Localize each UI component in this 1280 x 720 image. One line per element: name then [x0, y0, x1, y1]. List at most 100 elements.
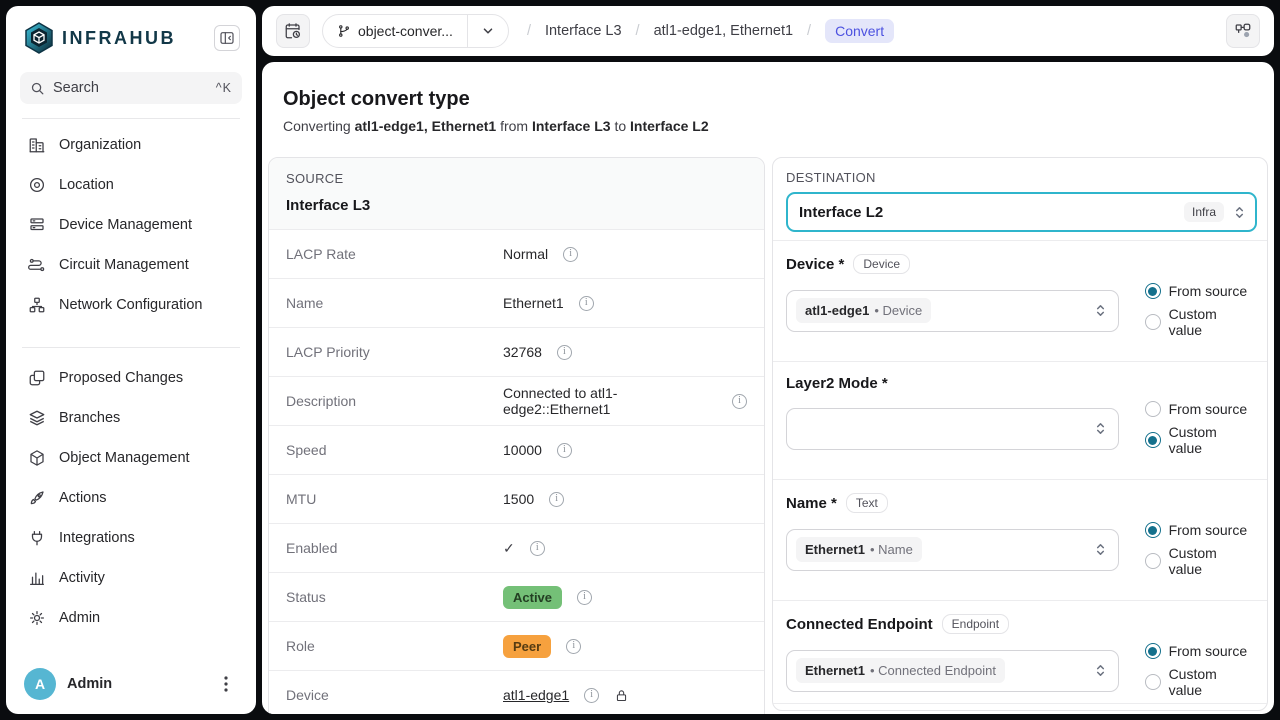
- sidebar-item-activity[interactable]: Activity: [20, 558, 242, 598]
- sidebar-item-circuit-management[interactable]: Circuit Management: [20, 245, 242, 285]
- info-icon[interactable]: i: [732, 394, 747, 409]
- layer2-mode-select[interactable]: [786, 408, 1119, 450]
- search-input[interactable]: Search ^K: [20, 72, 242, 104]
- sidebar-item-device-management[interactable]: Device Management: [20, 205, 242, 245]
- field-group-name: Name * Text Ethernet1• Name From source …: [773, 480, 1267, 600]
- radio-dot: [1145, 314, 1161, 330]
- sidebar-item-label: Actions: [59, 490, 107, 506]
- info-icon[interactable]: i: [579, 296, 594, 311]
- workflow-icon: [1234, 22, 1252, 40]
- radio-from-source[interactable]: From source: [1145, 401, 1254, 417]
- field-kind-badge: Device: [853, 254, 910, 274]
- destination-footer: Convert: [773, 704, 1267, 711]
- building-icon: [28, 136, 46, 154]
- radio-from-source[interactable]: From source: [1145, 643, 1254, 659]
- network-icon: [28, 296, 46, 314]
- device-select[interactable]: atl1-edge1• Device: [786, 290, 1119, 332]
- sidebar-divider: [22, 118, 240, 119]
- location-icon: [28, 176, 46, 194]
- destination-type-select[interactable]: Interface L2 Infra: [786, 192, 1257, 232]
- search-icon: [30, 81, 45, 96]
- sidebar-item-proposed-changes[interactable]: Proposed Changes: [20, 358, 242, 398]
- select-stepper-icon: [1093, 663, 1108, 678]
- checkmark-icon: ✓: [503, 540, 515, 557]
- breadcrumb-item-object[interactable]: atl1-edge1, Ethernet1: [654, 23, 793, 39]
- info-icon[interactable]: i: [577, 590, 592, 605]
- connected-endpoint-select[interactable]: Ethernet1• Connected Endpoint: [786, 650, 1119, 692]
- info-icon[interactable]: i: [549, 492, 564, 507]
- device-link[interactable]: atl1-edge1: [503, 687, 569, 703]
- layers-icon: [28, 409, 46, 427]
- radio-custom-value[interactable]: Custom value: [1145, 545, 1254, 577]
- time-travel-button[interactable]: [276, 14, 310, 48]
- select-stepper-icon: [1093, 303, 1108, 318]
- sidebar-item-branches[interactable]: Branches: [20, 398, 242, 438]
- topbar: object-conver... / Interface L3 / atl1-e…: [262, 6, 1274, 56]
- sidebar-item-network-configuration[interactable]: Network Configuration: [20, 285, 242, 325]
- sidebar-divider: [22, 347, 240, 348]
- sidebar-item-object-management[interactable]: Object Management: [20, 438, 242, 478]
- sidebar-item-integrations[interactable]: Integrations: [20, 518, 242, 558]
- destination-panel-header: DESTINATION Interface L2 Infra: [773, 158, 1267, 240]
- radio-custom-value[interactable]: Custom value: [1145, 666, 1254, 698]
- branch-dropdown-toggle[interactable]: [467, 15, 508, 47]
- info-icon[interactable]: i: [584, 688, 599, 703]
- sidebar-item-location[interactable]: Location: [20, 165, 242, 205]
- source-kicker: SOURCE: [286, 171, 747, 186]
- namespace-badge: Infra: [1184, 202, 1224, 222]
- field-label: Connected Endpoint: [786, 616, 933, 633]
- field-group-layer2-mode: Layer2 Mode * From source Custom value: [773, 362, 1267, 479]
- sidebar-item-actions[interactable]: Actions: [20, 478, 242, 518]
- select-stepper-icon: [1093, 542, 1108, 557]
- row-value: 1500: [503, 491, 534, 507]
- sidebar-item-label: Integrations: [59, 530, 135, 546]
- breadcrumb-separator: /: [636, 23, 640, 39]
- page-subtitle: Converting atl1-edge1, Ethernet1 from In…: [283, 118, 1253, 134]
- layer2-mode-source-radios: From source Custom value: [1145, 401, 1254, 456]
- infrahub-logo-icon: [24, 22, 54, 54]
- info-icon[interactable]: i: [557, 345, 572, 360]
- source-panel-header: SOURCE Interface L3: [269, 158, 764, 230]
- sidebar-item-label: Circuit Management: [59, 257, 189, 273]
- radio-custom-value[interactable]: Custom value: [1145, 306, 1254, 338]
- name-select[interactable]: Ethernet1• Name: [786, 529, 1119, 571]
- info-icon[interactable]: i: [563, 247, 578, 262]
- cube-icon: [28, 449, 46, 467]
- destination-kicker: DESTINATION: [786, 170, 1257, 185]
- schema-visualizer-button[interactable]: [1226, 14, 1260, 48]
- name-source-radios: From source Custom value: [1145, 522, 1254, 577]
- sidebar-item-admin[interactable]: Admin: [20, 598, 242, 638]
- table-row: MTU 1500i: [269, 475, 764, 524]
- table-row: Description Connected to atl1-edge2::Eth…: [269, 377, 764, 426]
- user-menu-button[interactable]: [214, 672, 238, 696]
- sidebar-nav-group-2: Proposed Changes Branches Object Managem…: [20, 358, 242, 638]
- breadcrumb-item-convert[interactable]: Convert: [825, 19, 894, 43]
- collapse-sidebar-button[interactable]: [214, 25, 240, 51]
- row-value: Ethernet1: [503, 295, 564, 311]
- breadcrumb-item-interface-l3[interactable]: Interface L3: [545, 23, 622, 39]
- calendar-clock-icon: [284, 22, 302, 40]
- sidebar-item-label: Organization: [59, 137, 141, 153]
- field-kind-badge: Endpoint: [942, 614, 1009, 634]
- info-icon[interactable]: i: [530, 541, 545, 556]
- branch-selector[interactable]: object-conver...: [322, 14, 509, 48]
- rocket-icon: [28, 489, 46, 507]
- table-row: Name Ethernet1i: [269, 279, 764, 328]
- info-icon[interactable]: i: [566, 639, 581, 654]
- radio-from-source[interactable]: From source: [1145, 283, 1254, 299]
- radio-custom-value[interactable]: Custom value: [1145, 424, 1254, 456]
- field-group-device: Device * Device atl1-edge1• Device From …: [773, 241, 1267, 361]
- field-label: Name *: [786, 495, 837, 512]
- table-row: LACP Priority 32768i: [269, 328, 764, 377]
- field-label: Device *: [786, 256, 844, 273]
- table-row: Speed 10000i: [269, 426, 764, 475]
- radio-from-source[interactable]: From source: [1145, 522, 1254, 538]
- bar-chart-icon: [28, 569, 46, 587]
- sidebar-item-organization[interactable]: Organization: [20, 125, 242, 165]
- info-icon[interactable]: i: [557, 443, 572, 458]
- row-value: 32768: [503, 344, 542, 360]
- destination-type-value: Interface L2: [799, 204, 1184, 221]
- select-stepper-icon: [1232, 205, 1247, 220]
- connected-endpoint-source-radios: From source Custom value: [1145, 643, 1254, 698]
- route-icon: [28, 256, 46, 274]
